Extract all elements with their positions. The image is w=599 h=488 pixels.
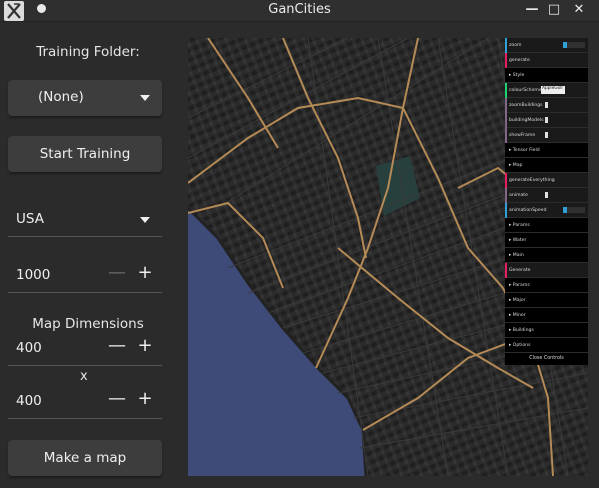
gui-row-label: ▸ Params [509,283,530,288]
increment-button[interactable]: + [136,335,154,361]
title-bar: GanCities — □ ✕ [0,0,599,22]
decrement-button[interactable]: — [108,388,126,414]
height-value[interactable]: 400 [16,393,42,409]
gui-checkbox[interactable] [545,192,548,198]
gui-row-minor[interactable]: ▸ Minor [505,308,588,323]
gui-select[interactable]: AppleGoll [541,86,565,94]
gui-row-label: buildingModels [509,118,544,123]
chevron-down-icon [140,95,150,101]
gui-row-label: ▸ Major [509,298,526,303]
minimize-button[interactable]: — [521,0,543,18]
gui-row-label: ▸ Options [509,343,531,348]
gui-row-main[interactable]: ▸ Main [505,248,588,263]
gui-row-water[interactable]: ▸ Water [505,233,588,248]
training-folder-value: (None) [38,89,84,105]
gui-row-generateeverything[interactable]: generateEverything [505,173,588,188]
decrement-button[interactable]: — [108,262,126,288]
increment-button[interactable]: + [136,262,154,288]
close-button[interactable]: ✕ [568,0,590,18]
gui-row-label: ▸ Water [509,238,527,243]
gui-row-showframe[interactable]: showFrame [505,128,588,143]
gui-accent-bar [505,113,507,128]
gui-row-buildingmodels[interactable]: buildingModels [505,113,588,128]
gui-row-style[interactable]: ▸ Style [505,68,588,83]
gui-row-zoombuildings[interactable]: zoomBuildings [505,98,588,113]
gui-row-label: zoomBuildings [509,103,543,108]
gui-slider[interactable] [563,42,585,48]
gui-controls-panel[interactable]: zoom generate ▸ Style colourScheme AppleGoll… [505,38,588,365]
training-folder-label: Training Folder: [36,44,140,60]
gui-checkbox[interactable] [545,117,548,123]
gui-row-generate[interactable]: generate [505,53,588,68]
gui-row-label: ▸ Map [509,163,523,168]
start-training-button[interactable]: Start Training [8,136,162,172]
dimension-separator: x [80,369,88,384]
gui-row-label: animationSpeed [509,208,547,213]
gui-row-label: Generate [509,268,531,273]
gui-accent-bar [505,98,507,113]
gui-accent-bar [505,38,507,53]
gui-row-label: ▸ Params [509,223,530,228]
chevron-down-icon [140,217,150,223]
gui-row-label: zoom [509,43,522,48]
gui-row-label: ▸ Minor [509,313,526,318]
window-title: GanCities [268,2,331,17]
close-controls-button[interactable]: Close Controls [505,353,588,365]
count-value[interactable]: 1000 [16,267,50,283]
gui-row-label: colourScheme [509,88,542,93]
map-dimensions-label: Map Dimensions [32,316,144,332]
gui-accent-bar [505,263,507,278]
increment-button[interactable]: + [136,388,154,414]
count-stepper[interactable]: 1000 — + [8,259,162,293]
gui-row-label: animate [509,193,528,198]
gui-row-options[interactable]: ▸ Options [505,338,588,353]
gui-accent-bar [505,53,507,68]
maximize-button[interactable]: □ [543,0,565,18]
gui-row-label: ▸ Buildings [509,328,534,333]
gui-row-buildings[interactable]: ▸ Buildings [505,323,588,338]
gui-checkbox[interactable] [545,102,548,108]
gui-row-animate[interactable]: animate [505,188,588,203]
gui-row-params[interactable]: ▸ Params [505,278,588,293]
height-stepper[interactable]: 400 — + [8,385,162,419]
control-panel: Training Folder: (None) Start Training U… [0,23,176,488]
width-stepper[interactable]: 400 — + [8,332,162,366]
gui-row-generate[interactable]: Generate [505,263,588,278]
gui-row-colourscheme[interactable]: colourScheme AppleGoll [505,83,588,98]
gui-checkbox[interactable] [545,132,548,138]
make-map-button[interactable]: Make a map [8,440,162,476]
gui-slider[interactable] [563,207,585,213]
gui-row-label: showFrame [509,133,536,138]
gui-accent-bar [505,188,507,203]
gui-accent-bar [505,128,507,143]
width-value[interactable]: 400 [16,340,42,356]
gui-row-label: ▸ Tensor Field [509,148,540,153]
gui-row-major[interactable]: ▸ Major [505,293,588,308]
gui-row-animationspeed[interactable]: animationSpeed [505,203,588,218]
gui-row-zoom[interactable]: zoom [505,38,588,53]
country-dropdown[interactable]: USA [8,203,162,237]
country-value: USA [16,211,44,227]
gui-accent-bar [505,203,507,218]
gui-row-label: ▸ Style [509,73,525,78]
gui-row-label: generateEverything [509,178,555,183]
gui-row-label: generate [509,58,530,63]
gui-row-params[interactable]: ▸ Params [505,218,588,233]
training-folder-dropdown[interactable]: (None) [8,80,162,116]
gui-row-tensorfield[interactable]: ▸ Tensor Field [505,143,588,158]
gui-row-map[interactable]: ▸ Map [505,158,588,173]
gui-accent-bar [505,173,507,188]
gui-accent-bar [505,83,507,98]
gui-row-label: ▸ Main [509,253,524,258]
decrement-button[interactable]: — [108,335,126,361]
